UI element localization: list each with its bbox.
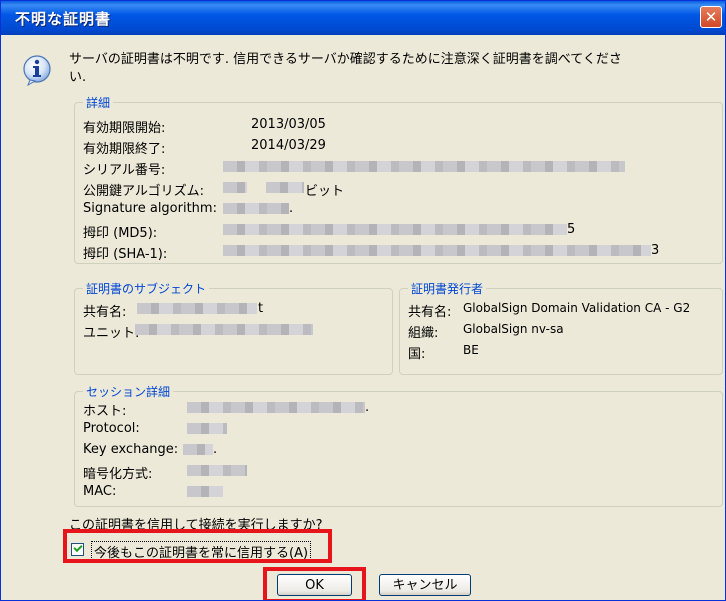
key-exchange-label: Key exchange: xyxy=(83,442,179,457)
pubkey-redacted-2 xyxy=(266,182,304,193)
sigalg-label: Signature algorithm: xyxy=(83,201,217,216)
cancel-button[interactable]: キャンセル xyxy=(379,574,471,596)
sha1-label: 拇印 (SHA-1): xyxy=(83,247,168,262)
session-title: セッション詳細 xyxy=(83,383,174,400)
md5-redacted xyxy=(223,224,567,235)
subject-cn-label: 共有名: xyxy=(83,305,127,320)
sha1-redacted xyxy=(223,245,651,256)
close-icon: ✕ xyxy=(704,8,718,26)
sha1-value: 3 xyxy=(651,243,660,258)
pubkey-label: 公開鍵アルゴリズム: xyxy=(83,184,204,199)
subject-unit-redacted xyxy=(135,324,313,335)
title-bar[interactable]: 不明な証明書 ✕ xyxy=(1,1,725,35)
details-title: 詳細 xyxy=(83,94,114,111)
issuer-org-label: 組織: xyxy=(408,326,439,341)
checkbox-highlight xyxy=(63,529,332,563)
issuer-country-label: 国: xyxy=(408,347,426,362)
serial-redacted xyxy=(223,161,625,172)
protocol-redacted xyxy=(187,423,227,434)
pubkey-redacted xyxy=(223,182,247,193)
certificate-dialog: 不明な証明書 ✕ サーバの証明書は不明です. 信用できるサーバか確認するために注… xyxy=(0,0,726,601)
sigalg-value: . xyxy=(289,201,294,216)
valid-from-value: 2013/03/05 xyxy=(251,117,326,132)
mac-label: MAC: xyxy=(83,484,117,499)
md5-label: 拇印 (MD5): xyxy=(83,226,158,241)
subject-title: 証明書のサブジェクト xyxy=(83,280,210,297)
valid-from-label: 有効期限開始: xyxy=(83,121,166,136)
issuer-cn-value: GlobalSign Domain Validation CA - G2 xyxy=(463,301,691,315)
key-exchange-value: . xyxy=(213,442,218,457)
host-value: . xyxy=(365,400,370,415)
valid-to-label: 有効期限終了: xyxy=(83,142,166,157)
mac-redacted xyxy=(187,486,223,497)
valid-to-value: 2014/03/29 xyxy=(251,138,326,153)
host-redacted xyxy=(187,402,365,413)
subject-cn-value: t xyxy=(258,301,264,316)
md5-value: 5 xyxy=(567,222,576,237)
warning-message: サーバの証明書は不明です. 信用できるサーバか確認するために注意深く証明書を調べ… xyxy=(69,52,622,85)
host-label: ホスト: xyxy=(83,404,127,419)
ok-highlight xyxy=(263,567,366,600)
key-exchange-redacted xyxy=(183,444,213,455)
cipher-redacted xyxy=(187,465,247,476)
info-icon xyxy=(23,55,51,86)
subject-cn-redacted xyxy=(137,303,257,314)
window-title: 不明な証明書 xyxy=(15,10,112,28)
subject-unit-label: ユニット: xyxy=(83,326,140,341)
issuer-country-value: BE xyxy=(463,343,479,357)
issuer-org-value: GlobalSign nv-sa xyxy=(463,322,564,336)
close-button[interactable]: ✕ xyxy=(700,6,722,28)
pubkey-value: ビット xyxy=(305,184,345,199)
protocol-label: Protocol: xyxy=(83,421,140,436)
cipher-label: 暗号化方式: xyxy=(83,467,153,482)
issuer-cn-label: 共有名: xyxy=(408,305,452,320)
serial-label: シリアル番号: xyxy=(83,163,166,178)
sigalg-redacted xyxy=(223,203,289,214)
issuer-title: 証明書発行者 xyxy=(408,280,487,297)
